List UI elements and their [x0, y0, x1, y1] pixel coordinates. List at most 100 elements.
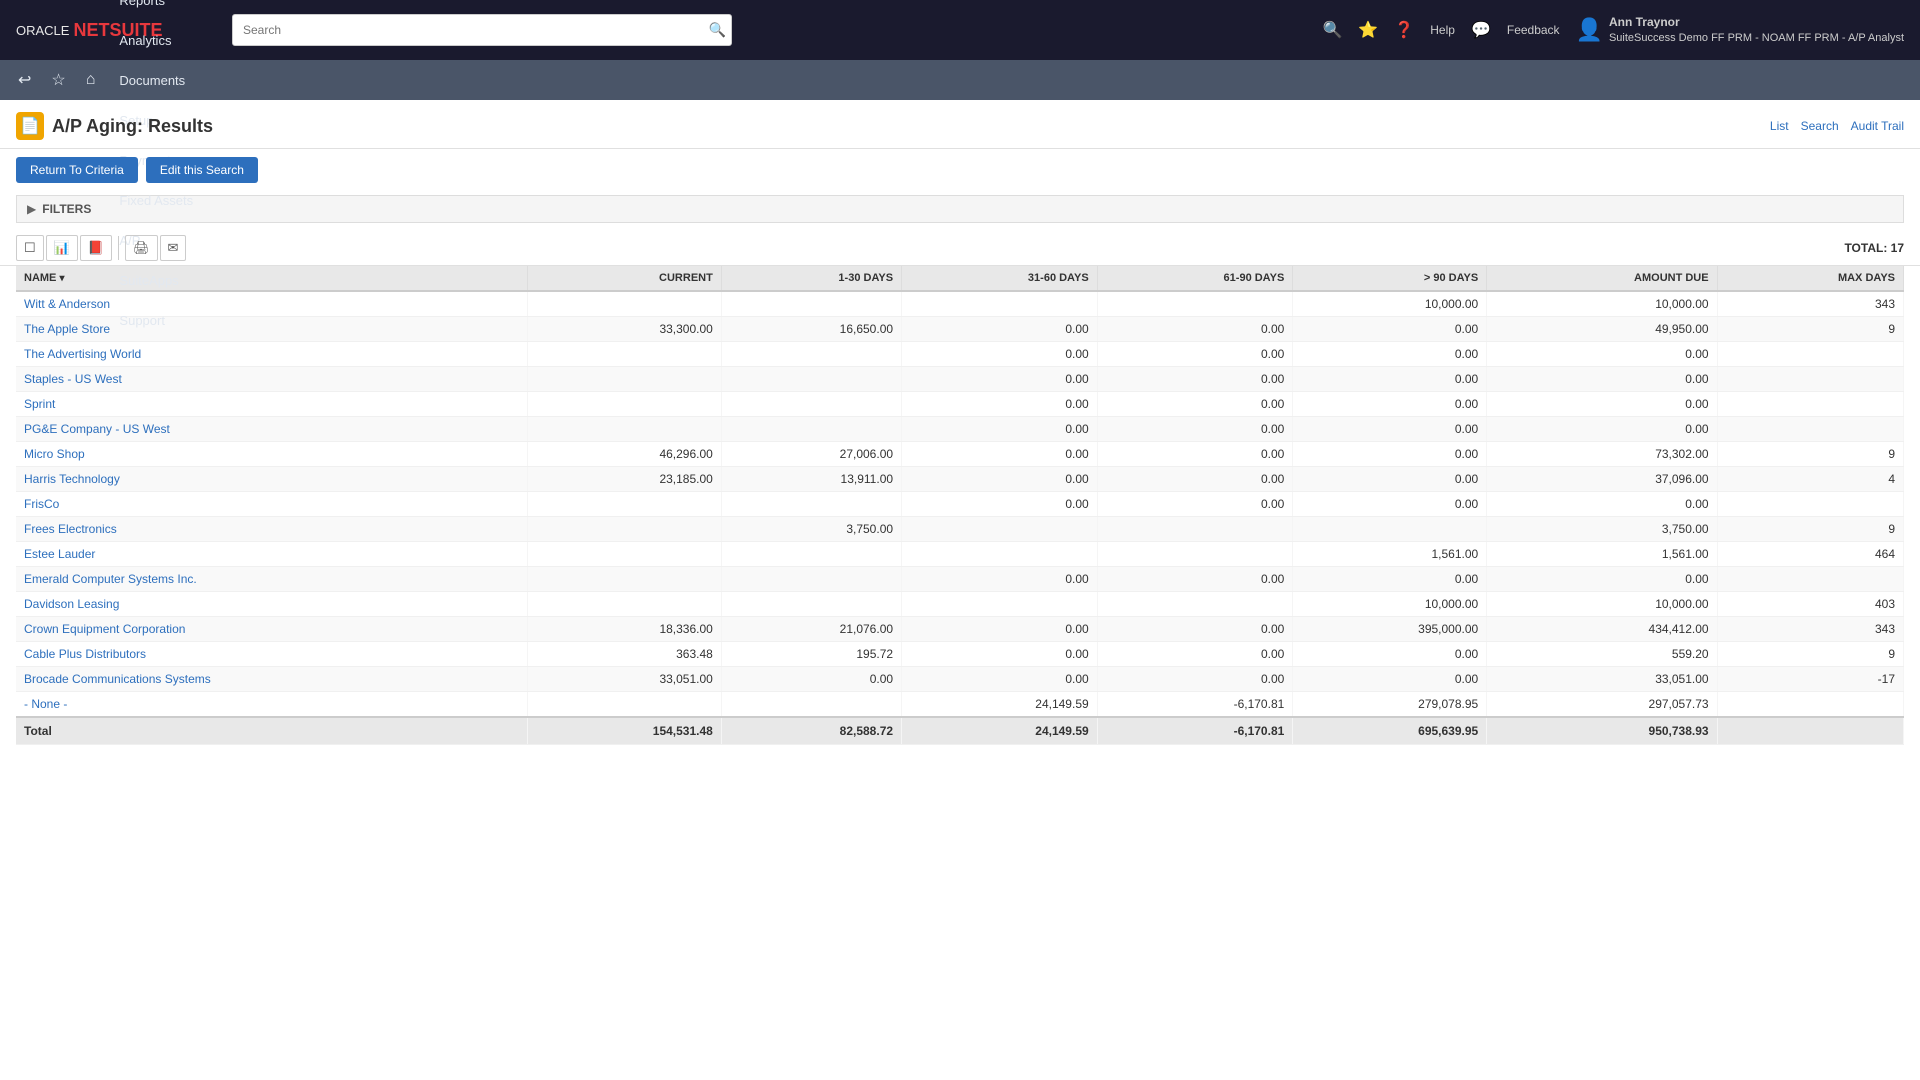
feedback-icon[interactable]: 💬 [1471, 20, 1491, 40]
table-cell-max_days: 403 [1717, 592, 1903, 617]
nav-item-support[interactable]: Support [105, 300, 220, 340]
table-row: Frees Electronics3,750.003,750.009 [16, 517, 1904, 542]
nav-item-analytics[interactable]: Analytics [105, 20, 220, 60]
page-action-audit trail[interactable]: Audit Trail [1851, 119, 1904, 133]
table-row: Witt & Anderson10,000.0010,000.00343 [16, 291, 1904, 317]
col-header-amount-due[interactable]: AMOUNT DUE [1487, 266, 1717, 291]
table-cell-amount_due: 10,000.00 [1487, 291, 1717, 317]
col-header-current[interactable]: CURRENT [527, 266, 721, 291]
filters-label: FILTERS [42, 202, 91, 216]
table-cell-amount_due: 0.00 [1487, 392, 1717, 417]
search-input[interactable] [232, 14, 732, 46]
nav-item-documents[interactable]: Documents [105, 60, 220, 100]
print-button[interactable]: 🖨 [125, 235, 158, 261]
col-header-max-days[interactable]: MAX DAYS [1717, 266, 1903, 291]
table-cell-name[interactable]: The Apple Store [16, 317, 527, 342]
col-header-name[interactable]: NAME ▾ [16, 266, 527, 291]
nav-item-reports[interactable]: Reports [105, 0, 220, 20]
global-search-icon[interactable]: 🔍 [1322, 20, 1342, 40]
table-cell-current [527, 492, 721, 517]
table-row: Brocade Communications Systems33,051.000… [16, 667, 1904, 692]
table-cell-days_1_30: 3,750.00 [721, 517, 901, 542]
table-cell-days_61_90 [1097, 291, 1293, 317]
table-cell-name[interactable]: The Advertising World [16, 342, 527, 367]
table-cell-days_61_90: 0.00 [1097, 567, 1293, 592]
table-cell-days_31_60: 0.00 [902, 392, 1098, 417]
nav-back-icon[interactable]: ↩ [8, 60, 41, 100]
table-cell-days_1_30: 21,076.00 [721, 617, 901, 642]
table-cell-days_61_90: 0.00 [1097, 442, 1293, 467]
edit-search-button[interactable]: Edit this Search [146, 157, 258, 183]
col-header-31-60[interactable]: 31-60 DAYS [902, 266, 1098, 291]
table-cell-name[interactable]: Witt & Anderson [16, 291, 527, 317]
table-cell-amount_due: 33,051.00 [1487, 667, 1717, 692]
table-cell-name[interactable]: - None - [16, 692, 527, 718]
table-cell-name[interactable]: Staples - US West [16, 367, 527, 392]
table-cell-name[interactable]: Brocade Communications Systems [16, 667, 527, 692]
filters-bar[interactable]: ▶ FILTERS [16, 195, 1904, 223]
table-cell-days_31_60: 0.00 [902, 467, 1098, 492]
nav-home-icon[interactable]: ⌂ [76, 60, 106, 100]
email-button[interactable]: ✉ [160, 235, 187, 261]
col-header-1-30[interactable]: 1-30 DAYS [721, 266, 901, 291]
page-action-list[interactable]: List [1770, 119, 1789, 133]
col-header-61-90[interactable]: 61-90 DAYS [1097, 266, 1293, 291]
table-cell-days_90: 0.00 [1293, 342, 1487, 367]
table-row: The Advertising World0.000.000.000.00 [16, 342, 1904, 367]
table-row: The Apple Store33,300.0016,650.000.000.0… [16, 317, 1904, 342]
table-cell-amount_due: 73,302.00 [1487, 442, 1717, 467]
table-cell-amount_due: 0.00 [1487, 367, 1717, 392]
table-cell-name[interactable]: Cable Plus Distributors [16, 642, 527, 667]
help-label[interactable]: Help [1430, 23, 1455, 37]
table-footer-row: Total154,531.4882,588.7224,149.59-6,170.… [16, 717, 1904, 745]
table-cell-name[interactable]: FrisCo [16, 492, 527, 517]
table-cell-name[interactable]: Emerald Computer Systems Inc. [16, 567, 527, 592]
export-pdf-button[interactable]: 📕 [80, 235, 112, 261]
table-cell-name[interactable]: Davidson Leasing [16, 592, 527, 617]
table-cell-days_1_30 [721, 291, 901, 317]
nav-item-fixed-assets[interactable]: Fixed Assets [105, 180, 220, 220]
star-icon[interactable]: ⭐ [1358, 20, 1378, 40]
table-cell-max_days [1717, 567, 1903, 592]
toolbar-left: ☐ 📊 📕 🖨 ✉ [16, 235, 186, 261]
table-cell-days_31_60: 0.00 [902, 442, 1098, 467]
table-cell-amount_due: 559.20 [1487, 642, 1717, 667]
user-avatar-icon[interactable]: 👤 [1576, 17, 1603, 43]
nav-item-suiteapps[interactable]: SuiteApps [105, 260, 220, 300]
table-cell-max_days [1717, 417, 1903, 442]
table-cell-name[interactable]: Micro Shop [16, 442, 527, 467]
help-icon[interactable]: ❓ [1394, 20, 1414, 40]
table-cell-days_31_60 [902, 542, 1098, 567]
search-button[interactable]: 🔍 [709, 22, 726, 39]
export-excel-button[interactable]: 📊 [46, 235, 78, 261]
table-cell-days_90: 10,000.00 [1293, 592, 1487, 617]
footer-cell-days_1_30: 82,588.72 [721, 717, 901, 745]
nav-star-icon[interactable]: ☆ [41, 60, 75, 100]
table-cell-max_days: 9 [1717, 442, 1903, 467]
table-cell-name[interactable]: Frees Electronics [16, 517, 527, 542]
table-cell-days_61_90: 0.00 [1097, 667, 1293, 692]
return-criteria-button[interactable]: Return To Criteria [16, 157, 138, 183]
table-row: Estee Lauder1,561.001,561.00464 [16, 542, 1904, 567]
table-cell-days_61_90 [1097, 542, 1293, 567]
table-cell-amount_due: 1,561.00 [1487, 542, 1717, 567]
table-row: PG&E Company - US West0.000.000.000.00 [16, 417, 1904, 442]
table-cell-days_90: 0.00 [1293, 417, 1487, 442]
table-cell-name[interactable]: PG&E Company - US West [16, 417, 527, 442]
col-header-90-plus[interactable]: > 90 DAYS [1293, 266, 1487, 291]
table-cell-name[interactable]: Crown Equipment Corporation [16, 617, 527, 642]
table-cell-name[interactable]: Estee Lauder [16, 542, 527, 567]
table-cell-days_90: 0.00 [1293, 667, 1487, 692]
table-cell-max_days [1717, 692, 1903, 718]
export-plain-button[interactable]: ☐ [16, 235, 44, 261]
table-cell-name[interactable]: Harris Technology [16, 467, 527, 492]
footer-cell-days_90: 695,639.95 [1293, 717, 1487, 745]
table-cell-max_days: 343 [1717, 291, 1903, 317]
user-text: Ann Traynor SuiteSuccess Demo FF PRM - N… [1609, 14, 1904, 46]
page-action-search[interactable]: Search [1801, 119, 1839, 133]
table-cell-name[interactable]: Sprint [16, 392, 527, 417]
table-cell-days_1_30 [721, 342, 901, 367]
feedback-label[interactable]: Feedback [1507, 23, 1560, 37]
table-cell-max_days: 4 [1717, 467, 1903, 492]
table-cell-days_61_90: 0.00 [1097, 342, 1293, 367]
